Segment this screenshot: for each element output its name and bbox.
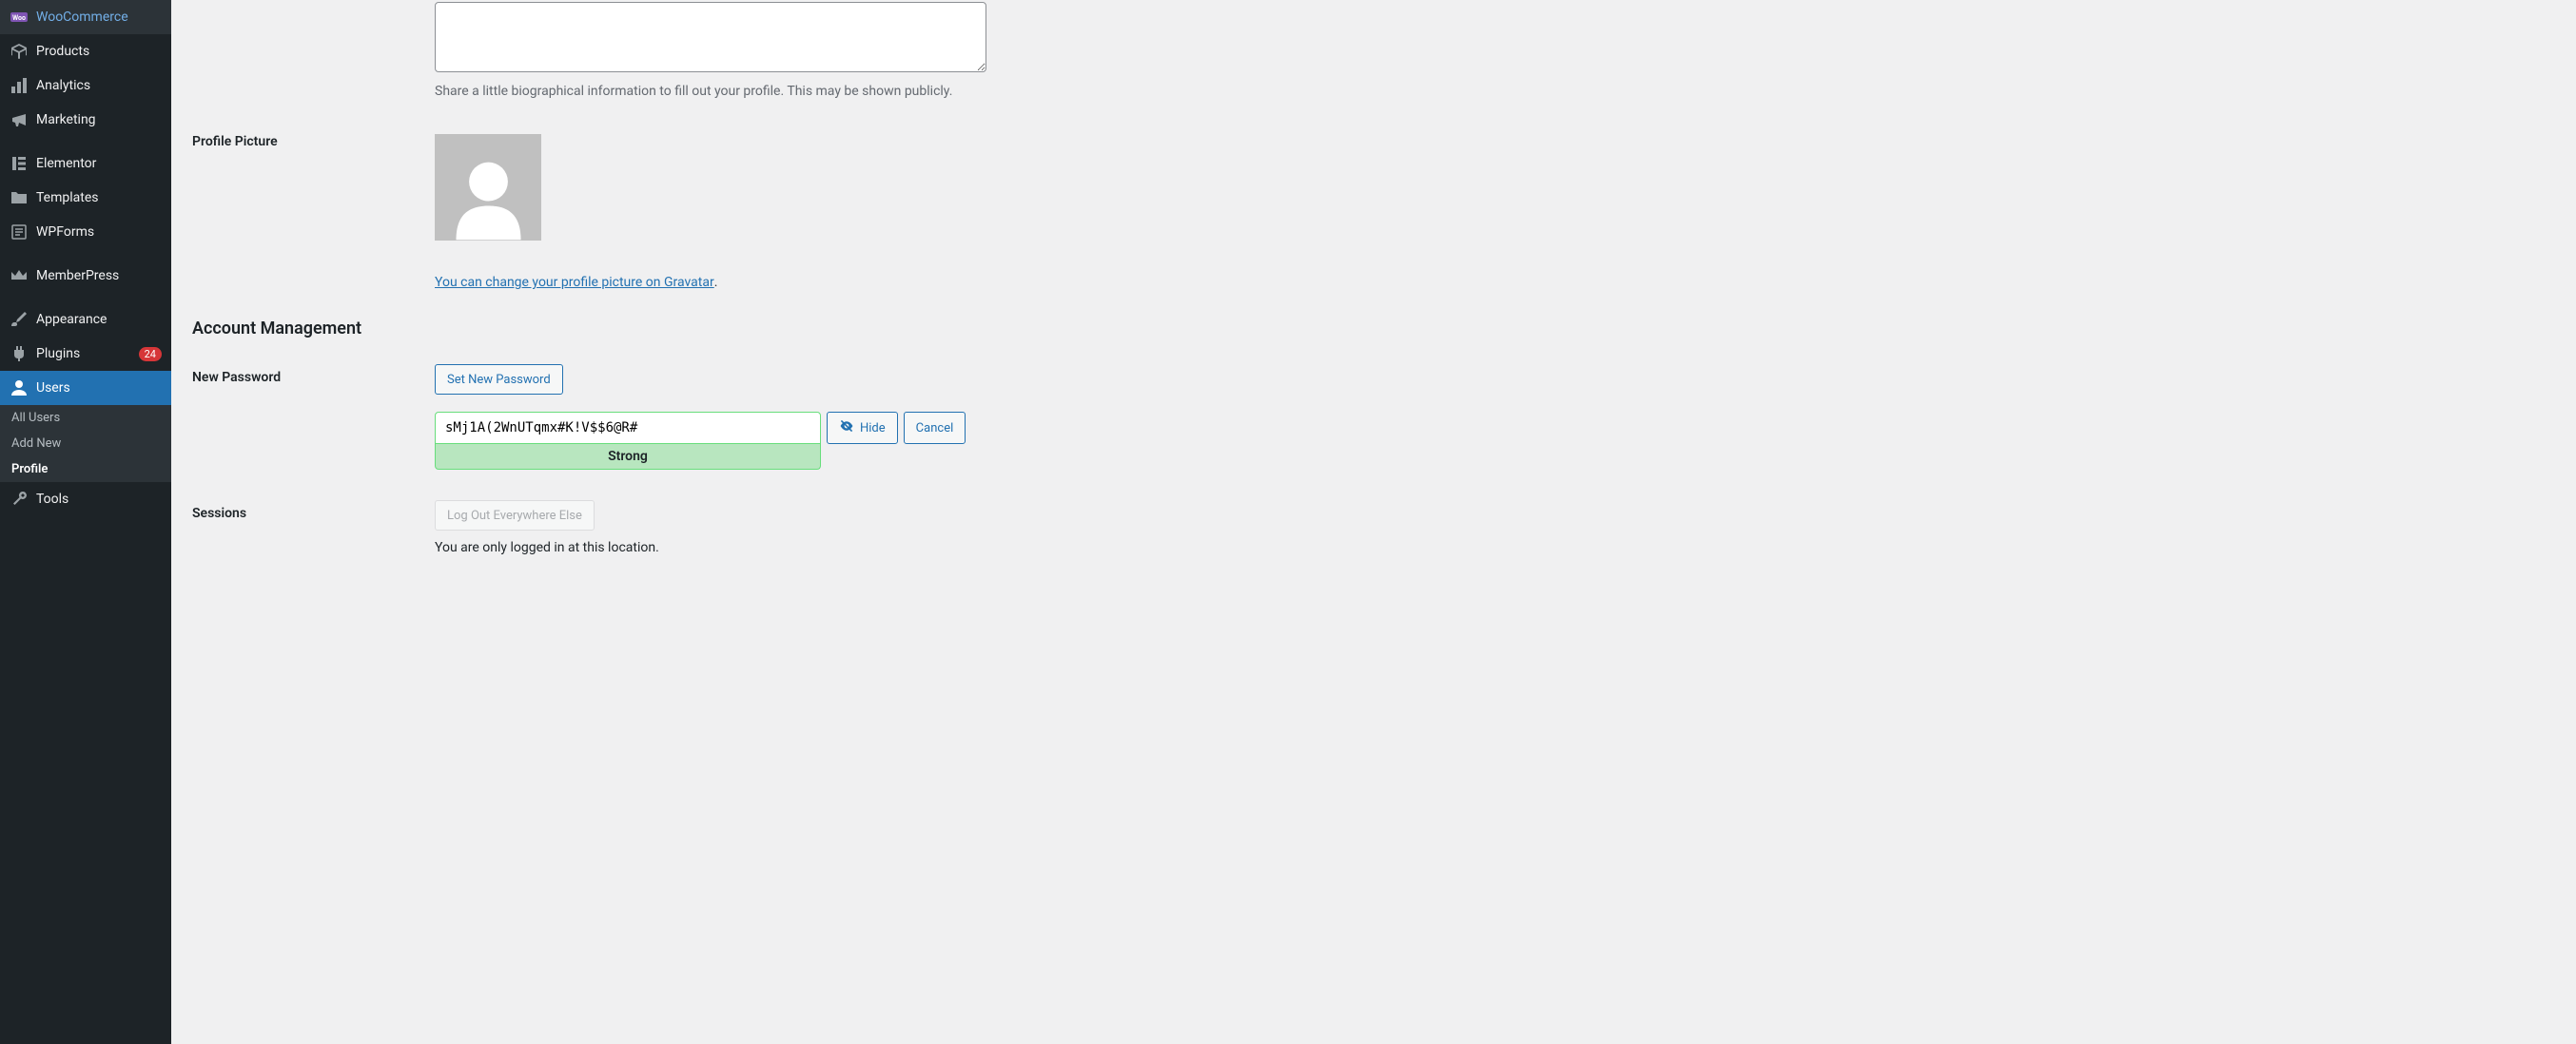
- cancel-password-button[interactable]: Cancel: [904, 412, 966, 444]
- wrench-icon: [10, 490, 29, 509]
- update-count-badge: 24: [139, 347, 162, 361]
- sidebar-item-elementor[interactable]: Elementor: [0, 146, 171, 181]
- profile-picture-row: Profile Picture You can change your prof…: [192, 132, 1463, 290]
- sidebar-item-tools[interactable]: Tools: [0, 482, 171, 516]
- form-icon: [10, 222, 29, 242]
- hide-password-button[interactable]: Hide: [827, 412, 898, 444]
- profile-picture-label: Profile Picture: [192, 134, 435, 290]
- sidebar-item-wpforms[interactable]: WPForms: [0, 215, 171, 249]
- sidebar-item-label: WPForms: [36, 224, 162, 240]
- sidebar-item-label: Elementor: [36, 156, 162, 171]
- chart-bar-icon: [10, 76, 29, 95]
- submenu-profile[interactable]: Profile: [0, 456, 171, 482]
- sidebar-item-label: MemberPress: [36, 268, 162, 283]
- sidebar-item-analytics[interactable]: Analytics: [0, 68, 171, 103]
- sidebar-item-label: Marketing: [36, 112, 162, 127]
- sidebar-item-appearance[interactable]: Appearance: [0, 302, 171, 337]
- sidebar-item-users[interactable]: Users: [0, 371, 171, 405]
- elementor-icon: [10, 154, 29, 173]
- megaphone-icon: [10, 110, 29, 129]
- main-content: Share a little biographical information …: [171, 0, 1484, 1044]
- sidebar-item-label: Templates: [36, 190, 162, 205]
- sessions-label: Sessions: [192, 500, 435, 521]
- brush-icon: [10, 310, 29, 329]
- user-icon: [10, 378, 29, 397]
- submenu-all-users[interactable]: All Users: [0, 405, 171, 431]
- svg-text:Woo: Woo: [12, 14, 26, 22]
- sidebar-item-label: Plugins: [36, 346, 135, 361]
- sidebar-item-woocommerce[interactable]: Woo WooCommerce: [0, 0, 171, 34]
- sessions-row: Sessions Log Out Everywhere Else You are…: [192, 498, 1463, 555]
- sidebar-item-products[interactable]: Products: [0, 34, 171, 68]
- password-input[interactable]: [435, 412, 821, 444]
- sessions-description: You are only logged in at this location.: [435, 540, 1463, 555]
- bio-row: Share a little biographical information …: [192, 0, 1463, 99]
- admin-sidebar: Woo WooCommerce Products Analytics Marke…: [0, 0, 171, 1044]
- sidebar-item-marketing[interactable]: Marketing: [0, 103, 171, 137]
- sidebar-item-memberpress[interactable]: MemberPress: [0, 259, 171, 293]
- new-password-row: New Password Set New Password Strong Hid…: [192, 362, 1463, 470]
- hide-button-label: Hide: [860, 421, 886, 435]
- woocommerce-icon: Woo: [10, 8, 29, 27]
- period: .: [714, 275, 718, 290]
- sidebar-item-label: Products: [36, 44, 162, 59]
- sidebar-item-label: Appearance: [36, 312, 162, 327]
- sidebar-item-label: Users: [36, 380, 162, 396]
- set-new-password-button[interactable]: Set New Password: [435, 364, 563, 395]
- logout-everywhere-button: Log Out Everywhere Else: [435, 500, 595, 531]
- bio-textarea[interactable]: [435, 2, 986, 72]
- bio-description: Share a little biographical information …: [435, 84, 1101, 99]
- box-icon: [10, 42, 29, 61]
- avatar: [435, 134, 541, 241]
- memberpress-icon: [10, 266, 29, 285]
- submenu-add-new[interactable]: Add New: [0, 431, 171, 456]
- eye-slash-icon: [839, 418, 854, 437]
- folder-icon: [10, 188, 29, 207]
- new-password-label: New Password: [192, 364, 435, 385]
- sidebar-item-label: Tools: [36, 492, 162, 507]
- sidebar-item-label: WooCommerce: [36, 10, 162, 25]
- avatar-placeholder-icon: [448, 150, 529, 241]
- account-management-heading: Account Management: [192, 319, 1463, 338]
- gravatar-link[interactable]: You can change your profile picture on G…: [435, 275, 714, 290]
- password-strength-indicator: Strong: [435, 444, 821, 470]
- sidebar-item-plugins[interactable]: Plugins 24: [0, 337, 171, 371]
- sidebar-item-label: Analytics: [36, 78, 162, 93]
- sidebar-item-templates[interactable]: Templates: [0, 181, 171, 215]
- plug-icon: [10, 344, 29, 363]
- users-submenu: All Users Add New Profile: [0, 405, 171, 482]
